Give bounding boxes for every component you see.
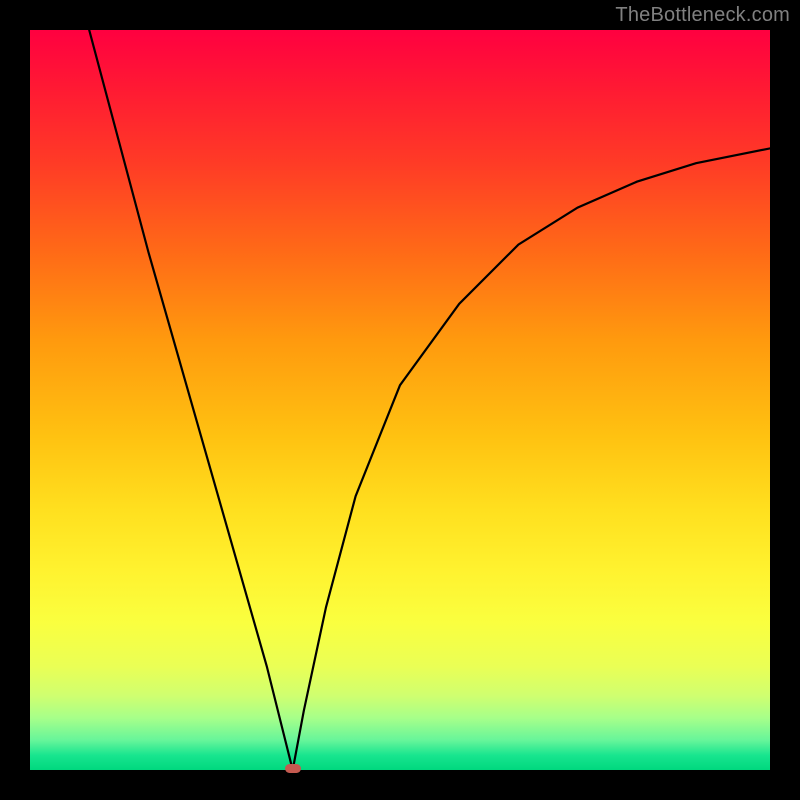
plot-area (30, 30, 770, 770)
chart-frame: TheBottleneck.com (0, 0, 800, 800)
curve-right-branch (293, 148, 770, 770)
curve-left-branch (89, 30, 293, 770)
watermark-text: TheBottleneck.com (615, 4, 790, 27)
minimum-marker (285, 764, 301, 773)
bottleneck-curve (30, 30, 770, 770)
